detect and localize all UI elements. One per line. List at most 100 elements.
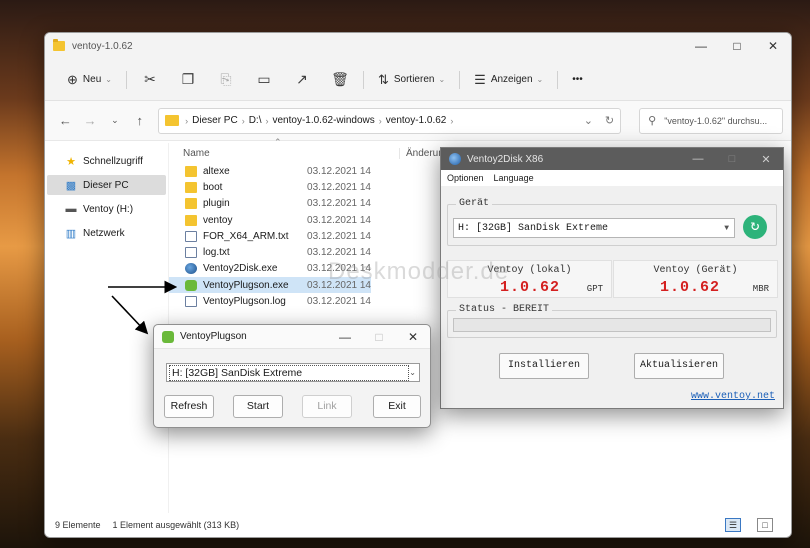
- device-group-label: Gerät: [456, 198, 493, 209]
- sort-button[interactable]: ⇅ Sortieren ⌄: [368, 66, 455, 94]
- text-file-icon: [185, 247, 197, 259]
- file-date: 03.12.2021 14: [307, 247, 371, 259]
- file-name: FOR_X64_ARM.txt: [203, 230, 289, 242]
- command-bar: ⊕ Neu ⌄ ✂ ❐ ⎘ ▭ ↗ 🗑 ⇅ Sortieren ⌄ ☰ Anze…: [45, 59, 791, 101]
- close-button[interactable]: ✕: [749, 153, 783, 166]
- link-button[interactable]: Link: [302, 395, 352, 418]
- ventoy2disk-titlebar[interactable]: Ventoy2Disk X86 — □ ✕: [441, 148, 783, 170]
- tiles-view-icon[interactable]: □: [757, 518, 773, 532]
- device-select[interactable]: H: [32GB] SanDisk Extreme ▼: [453, 218, 735, 238]
- file-name: Ventoy2Disk.exe: [203, 263, 278, 275]
- file-row[interactable]: ventoy 03.12.2021 14: [169, 212, 371, 228]
- back-arrow-icon[interactable]: ←: [53, 113, 78, 128]
- column-name[interactable]: Name: [183, 148, 373, 159]
- minimize-button[interactable]: —: [328, 330, 362, 344]
- copy-icon[interactable]: ❐: [169, 71, 207, 88]
- refresh-button[interactable]: Refresh: [164, 395, 214, 418]
- status-label: Status - BEREIT: [456, 304, 553, 315]
- watermark: Deskmodder.de: [328, 258, 510, 285]
- breadcrumb-this-pc[interactable]: Dieser PC: [192, 115, 238, 126]
- plugson-exe-icon: [185, 279, 197, 291]
- share-icon[interactable]: ↗: [283, 71, 321, 88]
- address-bar[interactable]: › Dieser PC › D:\ › ventoy-1.0.62-window…: [158, 107, 622, 134]
- sidebar-item-network[interactable]: ▥ Netzwerk: [47, 223, 166, 243]
- forward-arrow-icon[interactable]: →: [78, 113, 103, 128]
- device-version-box: Ventoy (Gerät) 1.0.62 MBR: [613, 260, 778, 298]
- item-count: 9 Elemente: [55, 520, 101, 530]
- close-button[interactable]: ✕: [396, 330, 430, 344]
- sort-label: Sortieren: [393, 74, 435, 85]
- search-input[interactable]: ⚲ "ventoy-1.0.62" durchsu...: [639, 107, 783, 134]
- file-name: ventoy: [203, 214, 233, 226]
- file-name: altexe: [203, 165, 230, 177]
- file-row[interactable]: altexe 03.12.2021 14: [169, 163, 371, 179]
- ventoy-exe-icon: [185, 263, 197, 275]
- rename-icon[interactable]: ▭: [245, 71, 283, 88]
- folder-icon: [185, 214, 197, 226]
- file-row[interactable]: plugin 03.12.2021 14: [169, 196, 371, 212]
- menu-options[interactable]: Optionen: [447, 173, 484, 183]
- list-view-icon: ☰: [474, 71, 486, 87]
- paste-icon[interactable]: ⎘: [207, 71, 245, 88]
- more-button[interactable]: •••: [562, 66, 593, 94]
- plugson-device-select[interactable]: H: [32GB] SanDisk Extreme ⌄: [166, 363, 420, 382]
- maximize-button[interactable]: □: [715, 153, 749, 166]
- device-select-value: H: [32GB] SanDisk Extreme: [458, 222, 609, 234]
- folder-icon: [165, 115, 180, 126]
- update-button[interactable]: Aktualisieren: [634, 353, 724, 379]
- exit-button[interactable]: Exit: [373, 395, 421, 418]
- folder-icon: [53, 39, 65, 51]
- sidebar-item-this-pc[interactable]: ▩ Dieser PC: [47, 175, 166, 195]
- chevron-down-icon: ▼: [724, 223, 729, 233]
- device-version-value: 1.0.62: [660, 279, 721, 296]
- search-icon: ⚲: [648, 115, 657, 127]
- chevron-down-icon: ⌄: [105, 75, 112, 84]
- file-date: 03.12.2021 14: [307, 198, 371, 210]
- install-button[interactable]: Installieren: [499, 353, 589, 379]
- cut-icon[interactable]: ✂: [131, 71, 169, 88]
- menu-language[interactable]: Language: [494, 173, 534, 183]
- up-arrow-icon[interactable]: ↑: [127, 113, 152, 128]
- new-label: Neu: [82, 74, 102, 85]
- recent-chevron-icon[interactable]: ⌄: [103, 115, 128, 126]
- file-date: 03.12.2021 14: [307, 296, 371, 308]
- maximize-button[interactable]: □: [362, 330, 396, 344]
- ventoy-website-link[interactable]: www.ventoy.net: [691, 391, 775, 402]
- start-button[interactable]: Start: [233, 395, 283, 418]
- view-button[interactable]: ☰ Anzeigen ⌄: [464, 66, 553, 94]
- sidebar-item-quick-access[interactable]: ★ Schnellzugriff: [47, 151, 166, 171]
- view-label: Anzeigen: [490, 74, 533, 85]
- breadcrumb-current-folder[interactable]: ventoy-1.0.62: [386, 115, 447, 126]
- plugson-device-value: H: [32GB] SanDisk Extreme: [169, 364, 409, 381]
- refresh-icon[interactable]: ↻: [605, 114, 614, 127]
- minimize-button[interactable]: —: [681, 153, 715, 166]
- sidebar-item-label: Ventoy (H:): [83, 203, 134, 215]
- sidebar-item-label: Netzwerk: [83, 227, 125, 239]
- minimize-button[interactable]: —: [683, 39, 719, 53]
- plugson-logo-icon: [162, 330, 174, 343]
- more-icon: •••: [572, 74, 583, 85]
- breadcrumb-windows-folder[interactable]: ventoy-1.0.62-windows: [272, 115, 374, 126]
- sidebar-item-ventoy-drive[interactable]: ▬ Ventoy (H:): [47, 199, 166, 219]
- folder-icon: [185, 165, 197, 177]
- file-row[interactable]: FOR_X64_ARM.txt 03.12.2021 14: [169, 228, 371, 244]
- explorer-titlebar[interactable]: ventoy-1.0.62 — □ ✕: [45, 33, 791, 59]
- folder-icon: [185, 181, 197, 193]
- breadcrumb-drive[interactable]: D:\: [249, 115, 262, 126]
- file-row[interactable]: boot 03.12.2021 14: [169, 179, 371, 195]
- folder-icon: [185, 198, 197, 210]
- details-view-icon[interactable]: ☰: [725, 518, 741, 532]
- history-dropdown-icon[interactable]: ⌄: [584, 114, 593, 127]
- plugson-titlebar[interactable]: VentoyPlugson — □ ✕: [154, 325, 430, 349]
- file-row[interactable]: VentoyPlugson.log 03.12.2021 14: [169, 293, 371, 309]
- refresh-icon[interactable]: ↻: [743, 215, 767, 239]
- partition-style-local: GPT: [586, 284, 603, 294]
- file-name: plugin: [203, 198, 230, 210]
- close-button[interactable]: ✕: [755, 39, 791, 53]
- new-button[interactable]: ⊕ Neu ⌄: [57, 66, 122, 94]
- file-name: VentoyPlugson.log: [203, 296, 286, 308]
- chevron-down-icon: ⌄: [409, 368, 416, 377]
- progress-bar: [453, 318, 771, 332]
- delete-icon[interactable]: 🗑: [321, 71, 359, 88]
- maximize-button[interactable]: □: [719, 39, 755, 53]
